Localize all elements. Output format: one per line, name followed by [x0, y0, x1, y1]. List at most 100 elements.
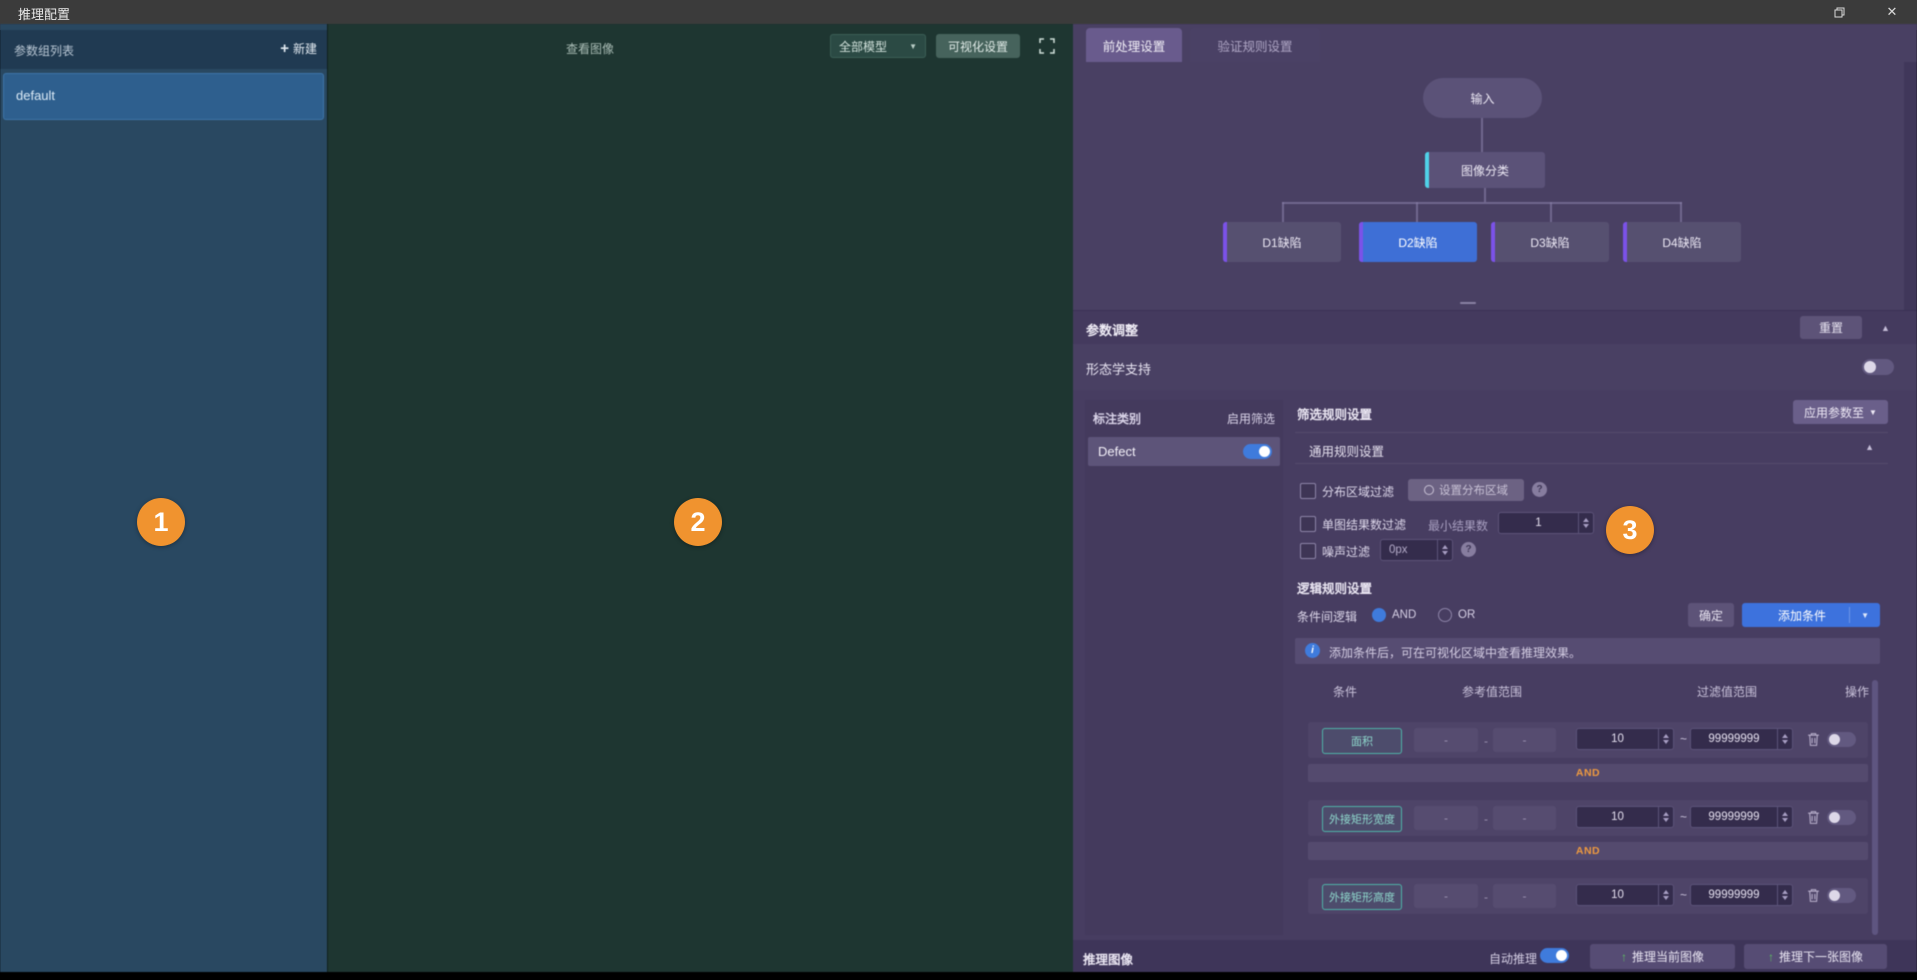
morphology-toggle[interactable]: [1862, 359, 1894, 375]
flow-connector: [1282, 202, 1682, 204]
condition-type-button[interactable]: 面积: [1322, 728, 1402, 754]
reset-button[interactable]: 重置: [1800, 316, 1862, 339]
settings-panel: 前处理设置 验证规则设置 输入 图像分类: [1073, 24, 1917, 972]
reference-min-input[interactable]: -: [1414, 728, 1478, 752]
tab-preprocess-settings[interactable]: 前处理设置: [1086, 28, 1182, 62]
visualization-settings-button[interactable]: 可视化设置: [936, 34, 1020, 58]
spinner-arrows[interactable]: [1777, 807, 1792, 827]
trash-icon[interactable]: [1807, 732, 1820, 747]
or-radio[interactable]: [1438, 608, 1452, 622]
flow-node-d1-defect[interactable]: D1缺陷: [1223, 222, 1341, 262]
apply-params-label: 应用参数至: [1804, 404, 1864, 421]
infer-next-image-button[interactable]: ↑ 推理下一张图像: [1744, 944, 1887, 969]
add-condition-button[interactable]: 添加条件 ▼: [1742, 603, 1880, 627]
reference-min-value: -: [1444, 733, 1448, 747]
spin-down-icon: [1663, 896, 1669, 900]
range-tilde: ~: [1680, 888, 1687, 902]
condition-logic-row: 条件间逻辑 AND OR 确定 添加条件 ▼: [1295, 603, 1888, 627]
min-count-spinner[interactable]: 1: [1498, 512, 1594, 534]
reference-min-value: -: [1444, 811, 1448, 825]
condition-enable-toggle[interactable]: [1827, 888, 1856, 903]
node-accent-bar: [1223, 222, 1227, 262]
marker-number: 1: [153, 507, 168, 538]
condition-type-button[interactable]: 外接矩形高度: [1322, 884, 1402, 910]
condition-enable-toggle[interactable]: [1827, 810, 1856, 825]
annotation-marker-3: 3: [1606, 506, 1654, 554]
rules-scrollbar-thumb[interactable]: [1872, 680, 1878, 935]
filter-min-spinner[interactable]: 10: [1576, 728, 1674, 750]
filter-min-spinner[interactable]: 10: [1576, 884, 1674, 906]
flow-collapse-handle[interactable]: [1460, 302, 1476, 304]
parameter-group-title: 参数组列表: [14, 42, 74, 59]
fullscreen-button[interactable]: [1039, 38, 1055, 54]
reference-min-input[interactable]: -: [1414, 884, 1478, 908]
flow-node-image-classification[interactable]: 图像分类: [1425, 152, 1545, 188]
range-tilde: ~: [1680, 732, 1687, 746]
reference-max-value: -: [1523, 733, 1527, 747]
caret-up-icon[interactable]: ▲: [1881, 323, 1890, 333]
condition-enable-toggle[interactable]: [1827, 732, 1856, 747]
restore-window-button[interactable]: [1831, 5, 1847, 19]
node-accent-bar: [1491, 222, 1495, 262]
info-icon: i: [1305, 643, 1320, 658]
close-window-button[interactable]: ✕: [1884, 5, 1900, 19]
help-icon[interactable]: ?: [1532, 482, 1547, 497]
spinner-arrows[interactable]: [1437, 540, 1452, 560]
flow-node-d4-defect[interactable]: D4缺陷: [1623, 222, 1741, 262]
spinner-arrows[interactable]: [1578, 513, 1593, 533]
noise-filter-checkbox[interactable]: [1300, 543, 1316, 559]
flow-connector: [1416, 202, 1418, 222]
model-filter-dropdown[interactable]: 全部模型 ▼: [830, 34, 926, 58]
reference-max-input[interactable]: -: [1493, 884, 1556, 908]
reference-max-input[interactable]: -: [1493, 806, 1556, 830]
count-filter-checkbox[interactable]: [1300, 516, 1316, 532]
category-enable-toggle[interactable]: [1243, 444, 1272, 459]
spinner-arrows[interactable]: [1658, 729, 1673, 749]
and-radio[interactable]: [1372, 608, 1386, 622]
area-filter-checkbox[interactable]: [1300, 483, 1316, 499]
spinner-arrows[interactable]: [1777, 729, 1792, 749]
trash-icon[interactable]: [1807, 888, 1820, 903]
auto-inference-toggle[interactable]: [1540, 948, 1569, 963]
reference-max-input[interactable]: -: [1493, 728, 1556, 752]
apply-params-to-button[interactable]: 应用参数至 ▼: [1793, 400, 1888, 424]
flow-node-d3-defect[interactable]: D3缺陷: [1491, 222, 1609, 262]
trash-icon[interactable]: [1807, 810, 1820, 825]
flow-node-d2-defect-selected[interactable]: D2缺陷: [1359, 222, 1477, 262]
set-distribution-area-button[interactable]: 设置分布区域: [1408, 479, 1524, 501]
spinner-arrows[interactable]: [1777, 885, 1792, 905]
new-group-button[interactable]: + 新建: [280, 40, 317, 57]
confirm-button[interactable]: 确定: [1688, 603, 1734, 627]
visualization-settings-label: 可视化设置: [948, 38, 1008, 55]
filter-max-spinner[interactable]: 99999999: [1690, 806, 1793, 828]
spinner-value: 10: [1577, 885, 1658, 905]
tab-label: 验证规则设置: [1217, 36, 1292, 55]
caret-down-icon: ▼: [909, 42, 917, 51]
and-joiner-label: AND: [1576, 767, 1600, 779]
condition-row-area: 面积 - - - 10 ~: [1308, 722, 1868, 758]
filter-max-spinner[interactable]: 99999999: [1690, 728, 1793, 750]
spin-up-icon: [1782, 812, 1788, 816]
group-list-item-default[interactable]: default: [3, 73, 324, 120]
reset-label: 重置: [1819, 319, 1843, 336]
spinner-value: 0px: [1381, 540, 1437, 560]
arrow-up-icon: ↑: [1621, 950, 1627, 964]
filter-min-spinner[interactable]: 10: [1576, 806, 1674, 828]
filter-max-spinner[interactable]: 99999999: [1690, 884, 1793, 906]
noise-filter-spinner[interactable]: 0px: [1380, 539, 1453, 561]
flow-connector: [1481, 118, 1483, 152]
spinner-arrows[interactable]: [1658, 807, 1673, 827]
infer-current-image-button[interactable]: ↑ 推理当前图像: [1590, 944, 1735, 969]
condition-type-button[interactable]: 外接矩形宽度: [1322, 806, 1402, 832]
help-icon[interactable]: ?: [1461, 542, 1476, 557]
count-filter-row: 单图结果数过滤 最小结果数 1: [1295, 509, 1888, 537]
tab-validation-rule-settings[interactable]: 验证规则设置: [1190, 28, 1320, 62]
general-rules-header[interactable]: 通用规则设置 ▲: [1295, 432, 1888, 464]
flow-node-input[interactable]: 输入: [1423, 78, 1542, 118]
col-header-reference-range: 参考值范围: [1462, 683, 1522, 700]
marker-number: 2: [690, 507, 705, 538]
reference-min-input[interactable]: -: [1414, 806, 1478, 830]
and-label: AND: [1392, 609, 1416, 621]
spinner-arrows[interactable]: [1658, 885, 1673, 905]
category-item-defect[interactable]: Defect: [1088, 437, 1280, 466]
